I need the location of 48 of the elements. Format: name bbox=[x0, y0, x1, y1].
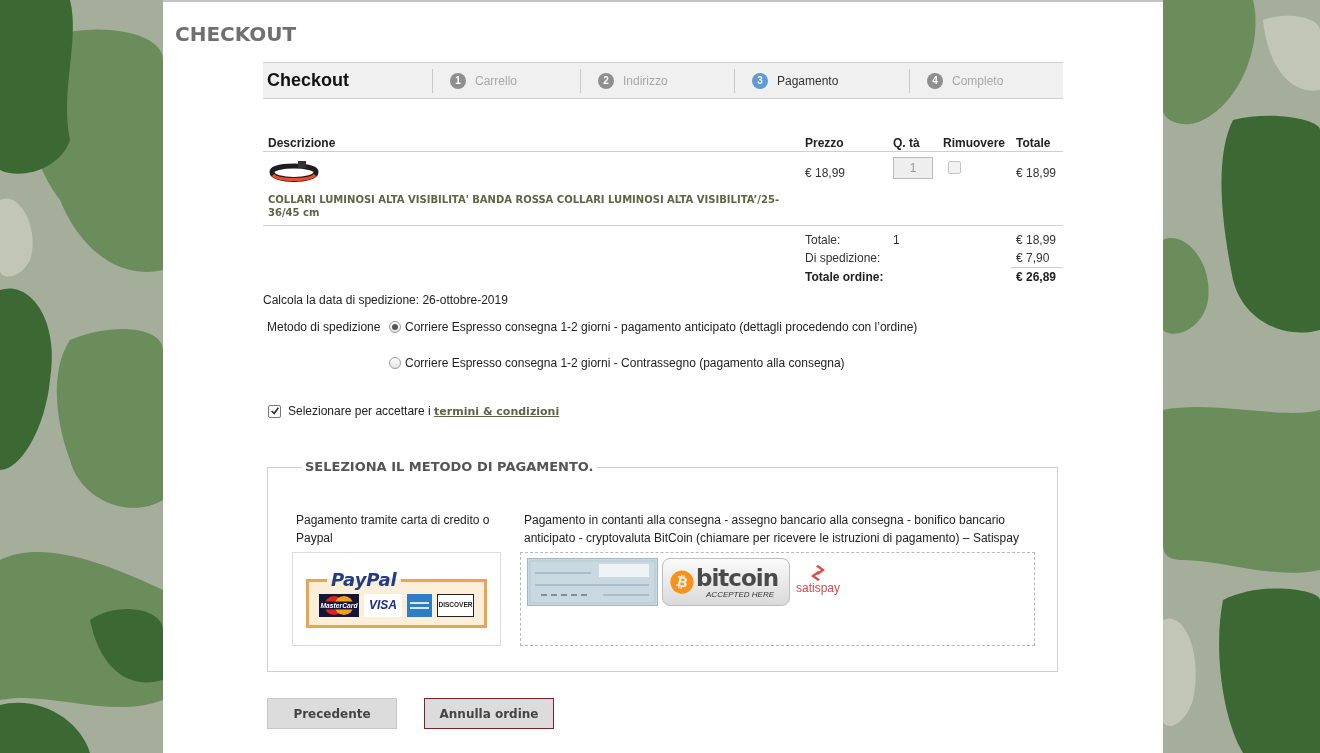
column-header: Prezzo bbox=[805, 136, 844, 150]
totals-value: € 7,90 bbox=[1016, 250, 1050, 267]
terms-link[interactable]: termini & condizioni bbox=[434, 404, 560, 418]
product-price: € 18,99 bbox=[805, 166, 846, 180]
previous-button[interactable]: Precedente bbox=[267, 698, 397, 729]
payment-method-description: Pagamento in contanti alla consegna - assegno bancario alla consegna - bonifico bancario anticipato - cryptovaluta BitCoin (chiamare per ricevere le istruzioni di pagamento) – Satispay bbox=[523, 512, 1020, 547]
steps-title: Checkout bbox=[267, 70, 349, 90]
bitcoin-wordmark: bitcoin bbox=[696, 565, 779, 590]
step-number: 3 bbox=[752, 72, 768, 89]
totals-label: Di spedizione: bbox=[805, 250, 881, 267]
totals-value: € 26,89 bbox=[1016, 269, 1057, 286]
column-header: Q. tà bbox=[893, 136, 920, 150]
radio-button[interactable] bbox=[389, 321, 401, 333]
remove-checkbox[interactable] bbox=[948, 161, 961, 174]
accepted-here-text: ACCEPTED HERE bbox=[706, 589, 775, 599]
shipping-option-label: Corriere Espresso consegna 1-2 giorni - Contrassegno (pagamento alla consegna) bbox=[405, 355, 845, 372]
paypal-wordmark: PayPal bbox=[330, 570, 398, 590]
step-number: 4 bbox=[927, 72, 943, 89]
step-number: 2 bbox=[598, 72, 614, 89]
satispay-symbol-icon bbox=[809, 565, 827, 581]
cancel-order-button[interactable]: Annulla ordine bbox=[424, 698, 554, 729]
terms-text: Selezionare per accettare i termini & condizioni bbox=[288, 402, 560, 420]
product-title[interactable]: COLLARI LUMINOSI ALTA VISIBILITA' BANDA ROSSA COLLARI LUMINOSI ALTA VISIBILITA’/25-36/45 cm bbox=[268, 193, 796, 219]
line-total: € 18,99 bbox=[1016, 166, 1057, 180]
step-label: Pagamento bbox=[777, 72, 839, 90]
card-logo-icon bbox=[407, 593, 432, 617]
step-label: Carrello bbox=[475, 72, 517, 90]
totals-label: Totale: bbox=[805, 232, 841, 249]
column-header: Descrizione bbox=[268, 136, 336, 150]
visa-logo: VISA bbox=[364, 593, 402, 617]
totals-label: Totale ordine: bbox=[805, 268, 884, 286]
terms-checkbox[interactable] bbox=[268, 404, 281, 418]
satispay-wordmark: satispay bbox=[796, 581, 841, 595]
shipping-date-text: Calcola la data di spedizione: 26-ottobre-2019 bbox=[263, 292, 508, 309]
column-header: Rimuovere bbox=[943, 136, 1006, 150]
page-title: CHECKOUT bbox=[175, 21, 297, 47]
step-number: 1 bbox=[450, 72, 466, 89]
totals-quantity: 1 bbox=[893, 232, 900, 249]
step-label: Indirizzo bbox=[623, 72, 668, 90]
bitcoin-coin-icon bbox=[670, 570, 694, 594]
payment-method-description: Pagamento tramite carta di credito o Paypal bbox=[295, 512, 491, 547]
shipping-method-label: Metodo di spedizione bbox=[267, 319, 382, 335]
step-label: Completo bbox=[952, 72, 1004, 90]
shipping-option-label: Corriere Espresso consegna 1-2 giorni - pagamento anticipato (dettagli procedendo con l’ordine) bbox=[405, 319, 918, 336]
radio-button[interactable] bbox=[389, 357, 401, 369]
totals-value: € 18,99 bbox=[1016, 232, 1057, 249]
column-header: Totale bbox=[1016, 136, 1051, 150]
payment-section-title: SELEZIONA IL METODO DI PAGAMENTO. bbox=[304, 458, 595, 476]
